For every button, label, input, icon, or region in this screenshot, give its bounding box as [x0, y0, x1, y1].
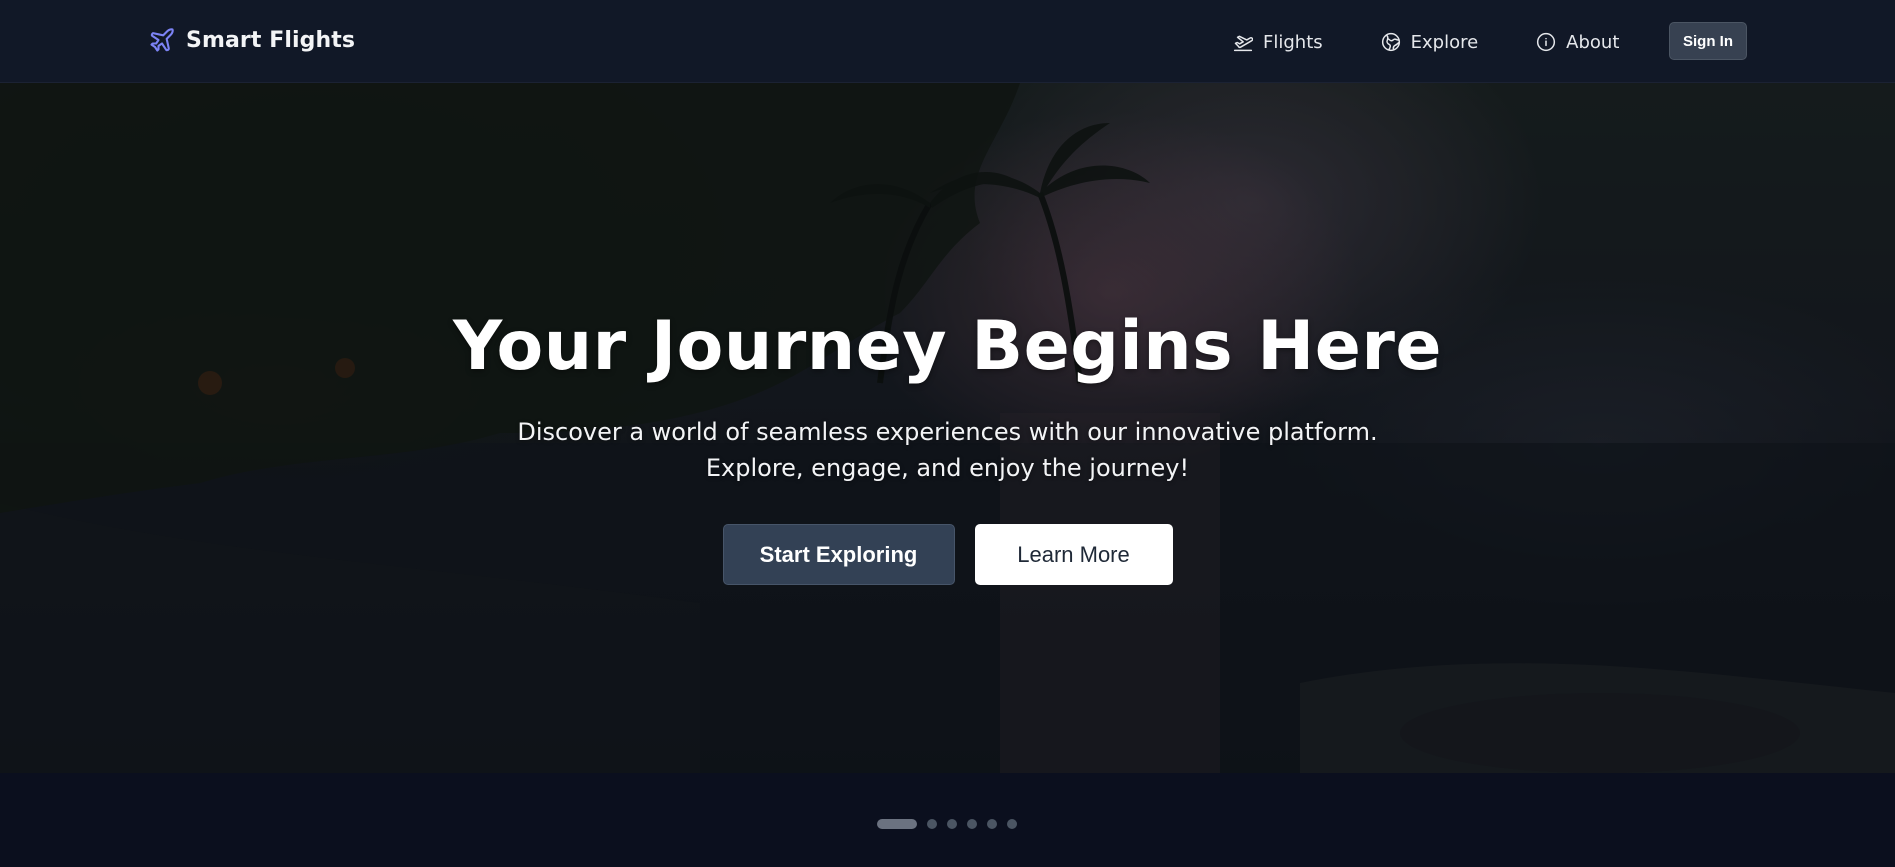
nav-item-explore[interactable]: Explore [1381, 27, 1479, 57]
nav-item-about-label: About [1566, 31, 1620, 53]
start-exploring-button[interactable]: Start Exploring [722, 524, 955, 585]
hero-actions: Start Exploring Learn More [0, 524, 1895, 585]
carousel-dot-4[interactable] [967, 819, 977, 829]
carousel-dot-3[interactable] [947, 819, 957, 829]
learn-more-button[interactable]: Learn More [974, 524, 1173, 585]
hero-subtitle: Discover a world of seamless experiences… [517, 418, 1378, 482]
carousel-dot-6[interactable] [1007, 819, 1017, 829]
hero-content: Your Journey Begins Here Discover a worl… [0, 313, 1895, 585]
flight-takeoff-icon [1233, 32, 1254, 52]
hero-section: Your Journey Begins Here Discover a worl… [0, 83, 1895, 773]
hero-title: Your Journey Begins Here [452, 307, 1442, 386]
carousel-dot-5[interactable] [987, 819, 997, 829]
globe-icon [1381, 32, 1401, 52]
top-navbar: Smart Flights Flights Explore About Sign… [0, 0, 1895, 83]
main-nav: Flights Explore About [1233, 27, 1619, 57]
nav-item-explore-label: Explore [1410, 31, 1479, 53]
carousel-indicators [877, 819, 1017, 829]
brand-name: Smart Flights [186, 27, 356, 53]
nav-item-about[interactable]: About [1536, 27, 1619, 57]
sign-in-button[interactable]: Sign In [1669, 22, 1747, 60]
nav-item-flights-label: Flights [1263, 31, 1323, 53]
page: Smart Flights Flights Explore About Sign… [0, 0, 1895, 867]
nav-item-flights[interactable]: Flights [1233, 27, 1323, 57]
plane-icon [148, 26, 176, 54]
info-circle-icon [1536, 32, 1556, 52]
carousel-dot-1[interactable] [877, 819, 917, 829]
brand-logo-link[interactable]: Smart Flights [148, 26, 355, 54]
carousel-dot-2[interactable] [927, 819, 937, 829]
